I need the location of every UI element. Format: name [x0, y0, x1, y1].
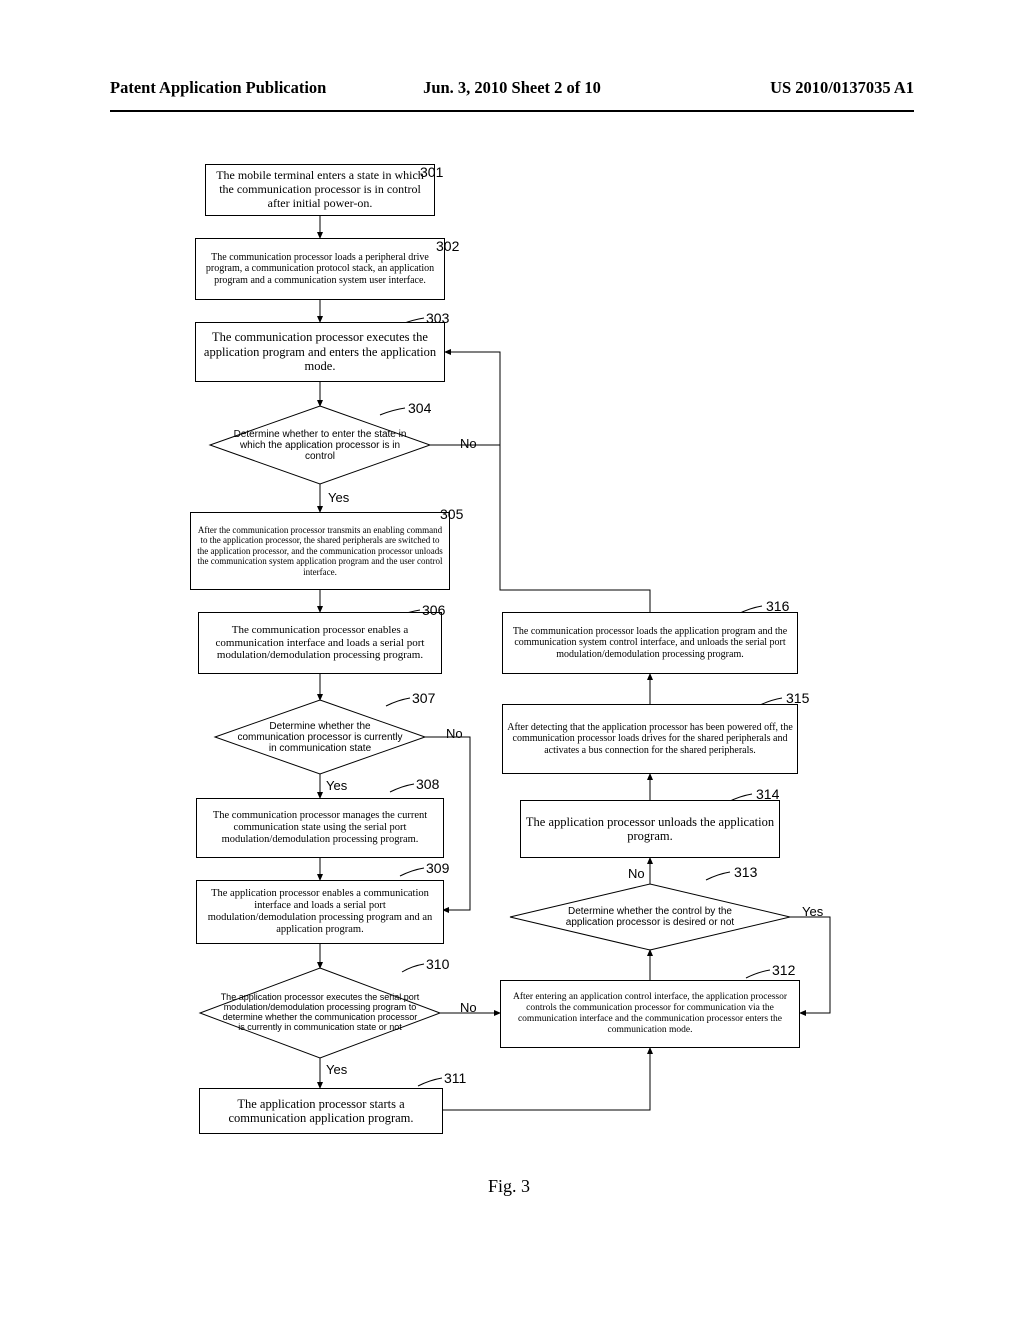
box-308: The communication processor manages the … [196, 798, 444, 858]
label-yes-304: Yes [328, 490, 349, 505]
ref-315: 315 [786, 690, 809, 706]
label-yes-310: Yes [326, 1062, 347, 1077]
label-yes-313: Yes [802, 904, 823, 919]
box-316: The communication processor loads the ap… [502, 612, 798, 674]
box-309: The application processor enables a comm… [196, 880, 444, 944]
page-header: Patent Application Publication Jun. 3, 2… [110, 78, 914, 98]
header-rule [110, 110, 914, 112]
diamond-310-text: The application processor executes the s… [220, 980, 420, 1046]
diamond-307-text: Determine whether the communication proc… [237, 715, 403, 759]
ref-301: 301 [420, 164, 443, 180]
box-305: After the communication processor transm… [190, 512, 450, 590]
ref-311: 311 [444, 1070, 466, 1086]
ref-305: 305 [440, 506, 463, 522]
box-314: The application processor unloads the ap… [520, 800, 780, 858]
ref-312: 312 [772, 962, 795, 978]
label-no-310: No [460, 1000, 477, 1015]
diamond-304-text: Determine whether to enter the state in … [230, 420, 410, 470]
header-center: Jun. 3, 2010 Sheet 2 of 10 [110, 78, 914, 98]
figure-caption: Fig. 3 [488, 1176, 530, 1197]
label-no-307: No [446, 726, 463, 741]
box-311: The application processor starts a commu… [199, 1088, 443, 1134]
ref-306: 306 [422, 602, 445, 618]
label-no-304: No [460, 436, 477, 451]
ref-307: 307 [412, 690, 435, 706]
page: Patent Application Publication Jun. 3, 2… [0, 0, 1024, 1320]
box-312: After entering an application control in… [500, 980, 800, 1048]
box-301: The mobile terminal enters a state in wh… [205, 164, 435, 216]
ref-314: 314 [756, 786, 779, 802]
box-302: The communication processor loads a peri… [195, 238, 445, 300]
box-306: The communication processor enables a co… [198, 612, 442, 674]
ref-316: 316 [766, 598, 789, 614]
ref-303: 303 [426, 310, 449, 326]
ref-308: 308 [416, 776, 439, 792]
ref-313: 313 [734, 864, 757, 880]
ref-310: 310 [426, 956, 449, 972]
ref-304: 304 [408, 400, 431, 416]
diamond-313-text: Determine whether the control by the app… [545, 900, 755, 934]
label-yes-307: Yes [326, 778, 347, 793]
label-no-313: No [628, 866, 645, 881]
box-315: After detecting that the application pro… [502, 704, 798, 774]
ref-302: 302 [436, 238, 459, 254]
box-303: The communication processor executes the… [195, 322, 445, 382]
ref-309: 309 [426, 860, 449, 876]
